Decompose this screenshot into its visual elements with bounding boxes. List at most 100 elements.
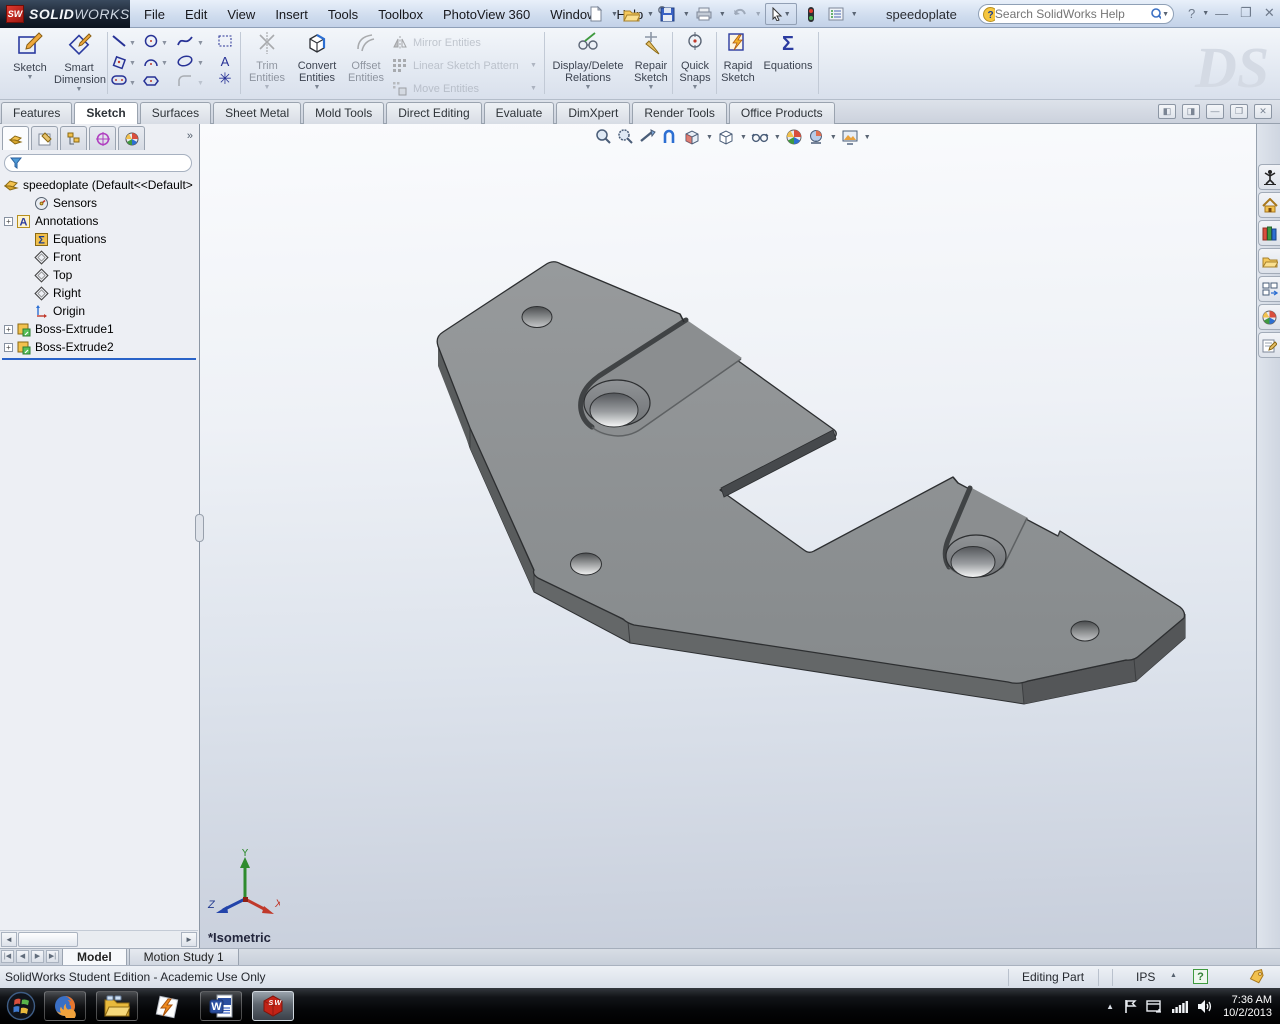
display-style-icon[interactable] [717,128,735,146]
print-icon[interactable] [693,3,715,25]
line-tool[interactable] [110,34,128,50]
taskbar-explorer[interactable] [96,991,138,1021]
section-view-icon[interactable] [661,128,679,146]
part-speedoplate[interactable] [200,124,1256,948]
search-dropdown[interactable]: ▼ [1162,11,1169,18]
menu-view[interactable]: View [217,3,265,26]
circle-tool[interactable] [142,34,160,50]
display-delete-relations-button[interactable]: Display/Delete Relations ▼ [550,31,626,91]
start-button[interactable] [4,990,38,1022]
tab-sheet-metal[interactable]: Sheet Metal [213,102,302,124]
rdp-window-icon[interactable] [1146,999,1162,1014]
taskbar-word[interactable]: W [200,991,242,1021]
open-dropdown[interactable]: ▼ [647,11,654,18]
view-palette-tab[interactable] [1258,276,1280,302]
new-document-dropdown[interactable]: ▼ [611,11,618,18]
smart-dimension-button[interactable]: Smart Dimension ▼ [54,31,106,93]
tab-mold-tools[interactable]: Mold Tools [303,102,385,124]
smart-dimension-dropdown[interactable]: ▼ [54,86,104,93]
pane-right-icon[interactable]: ◨ [1182,104,1200,119]
repair-sketch-dropdown[interactable]: ▼ [630,84,672,91]
last-tab-button[interactable]: ▶| [46,950,59,963]
corner-rectangle-tool[interactable] [110,54,128,70]
text-tool[interactable]: A [216,54,234,70]
open-icon[interactable] [621,3,643,25]
small-hole-bottom-right[interactable] [1070,620,1100,642]
save-icon[interactable] [657,3,679,25]
display-style-dropdown[interactable]: ▼ [740,134,747,141]
next-tab-button[interactable]: ▶ [31,950,44,963]
appearances-tab[interactable] [1258,304,1280,330]
tab-sketch[interactable]: Sketch [74,102,138,124]
volume-icon[interactable] [1197,999,1214,1014]
tree-item-boss-extrude2[interactable]: + Boss-Extrude2 [0,338,198,356]
custom-properties-tab[interactable] [1258,332,1280,358]
options-icon[interactable] [825,3,847,25]
view-settings-icon[interactable] [841,128,859,146]
restore-button[interactable]: ❐ [1234,5,1258,21]
tree-item-right-plane[interactable]: Right [0,284,198,302]
model-tab[interactable]: Model [62,949,127,966]
tree-item-sensors[interactable]: Sensors [0,194,198,212]
repair-sketch-button[interactable]: Repair Sketch ▼ [630,31,672,91]
panel-splitter-handle[interactable] [195,514,204,542]
rollback-bar[interactable] [2,358,196,360]
units-selector[interactable]: IPS [1136,970,1155,984]
doc-restore-icon[interactable]: ❐ [1230,104,1248,119]
menu-insert[interactable]: Insert [265,3,318,26]
tags-icon[interactable] [1248,969,1266,984]
convert-dropdown[interactable]: ▼ [292,84,342,91]
minimize-button[interactable]: — [1209,6,1234,21]
menu-toolbox[interactable]: Toolbox [368,3,433,26]
polygon-tool[interactable] [142,74,160,90]
propertymanager-tab[interactable] [31,126,58,150]
spline-tool[interactable] [176,34,194,50]
tree-item-annotations[interactable]: + A Annotations [0,212,198,230]
close-button[interactable]: ✕ [1258,5,1280,21]
configurationmanager-tab[interactable] [60,126,87,150]
tab-office-products[interactable]: Office Products [728,102,835,124]
hide-show-items-icon[interactable] [751,128,769,146]
move-entities-button[interactable]: Move Entities [392,81,479,96]
circle-dropdown[interactable]: ▼ [161,40,168,47]
taskbar-solidworks[interactable]: SW [252,991,294,1021]
mirror-entities-button[interactable]: Mirror Entities [392,35,481,50]
spline-dropdown[interactable]: ▼ [197,40,204,47]
trim-entities-button[interactable]: Trim Entities ▼ [244,31,290,91]
small-hole-top-left[interactable] [521,306,553,328]
menu-tools[interactable]: Tools [318,3,368,26]
displaymanager-tab[interactable] [118,126,145,150]
line-dropdown[interactable]: ▼ [129,40,136,47]
menu-photoview360[interactable]: PhotoView 360 [433,3,540,26]
taskbar-firefox[interactable] [44,991,86,1021]
zoom-fit-icon[interactable] [595,128,613,146]
file-explorer-tab[interactable] [1258,248,1280,274]
offset-entities-button[interactable]: Offset Entities [344,31,388,84]
action-center-flag-icon[interactable] [1123,999,1137,1014]
home-tab[interactable] [1258,192,1280,218]
ellipse-tool[interactable] [176,54,194,70]
small-hole-bottom-left[interactable] [570,552,602,576]
scroll-thumb[interactable] [18,932,78,947]
first-tab-button[interactable]: |◀ [1,950,14,963]
slot-dropdown[interactable]: ▼ [129,80,136,87]
scroll-right-arrow[interactable]: ► [181,932,197,947]
pane-left-icon[interactable]: ◧ [1158,104,1176,119]
featuremanager-tab[interactable] [2,126,29,150]
tree-item-top-plane[interactable]: Top [0,266,198,284]
previous-view-icon[interactable] [639,128,657,146]
dimxpertmanager-tab[interactable] [89,126,116,150]
units-dropdown[interactable]: ▲ [1170,972,1177,979]
convert-entities-button[interactable]: Convert Entities ▼ [292,31,342,91]
sketch-picture-tool[interactable] [216,34,234,50]
expand-boss-extrude2[interactable]: + [4,342,13,352]
network-signal-icon[interactable] [1171,999,1189,1013]
print-dropdown[interactable]: ▼ [719,11,726,18]
graphics-viewport[interactable]: ▼ ▼ ▼ ▼ ▼ Y X Z *Isometric [200,124,1256,948]
taskbar-winamp[interactable] [150,993,184,1021]
expand-annotations[interactable]: + [4,216,13,226]
move-entities-dropdown[interactable]: ▼ [530,85,537,92]
design-library-tab[interactable] [1258,220,1280,246]
equations-button[interactable]: Σ Equations [762,31,814,72]
taskbar-clock[interactable]: 7:36 AM 10/2/2013 [1223,992,1272,1020]
